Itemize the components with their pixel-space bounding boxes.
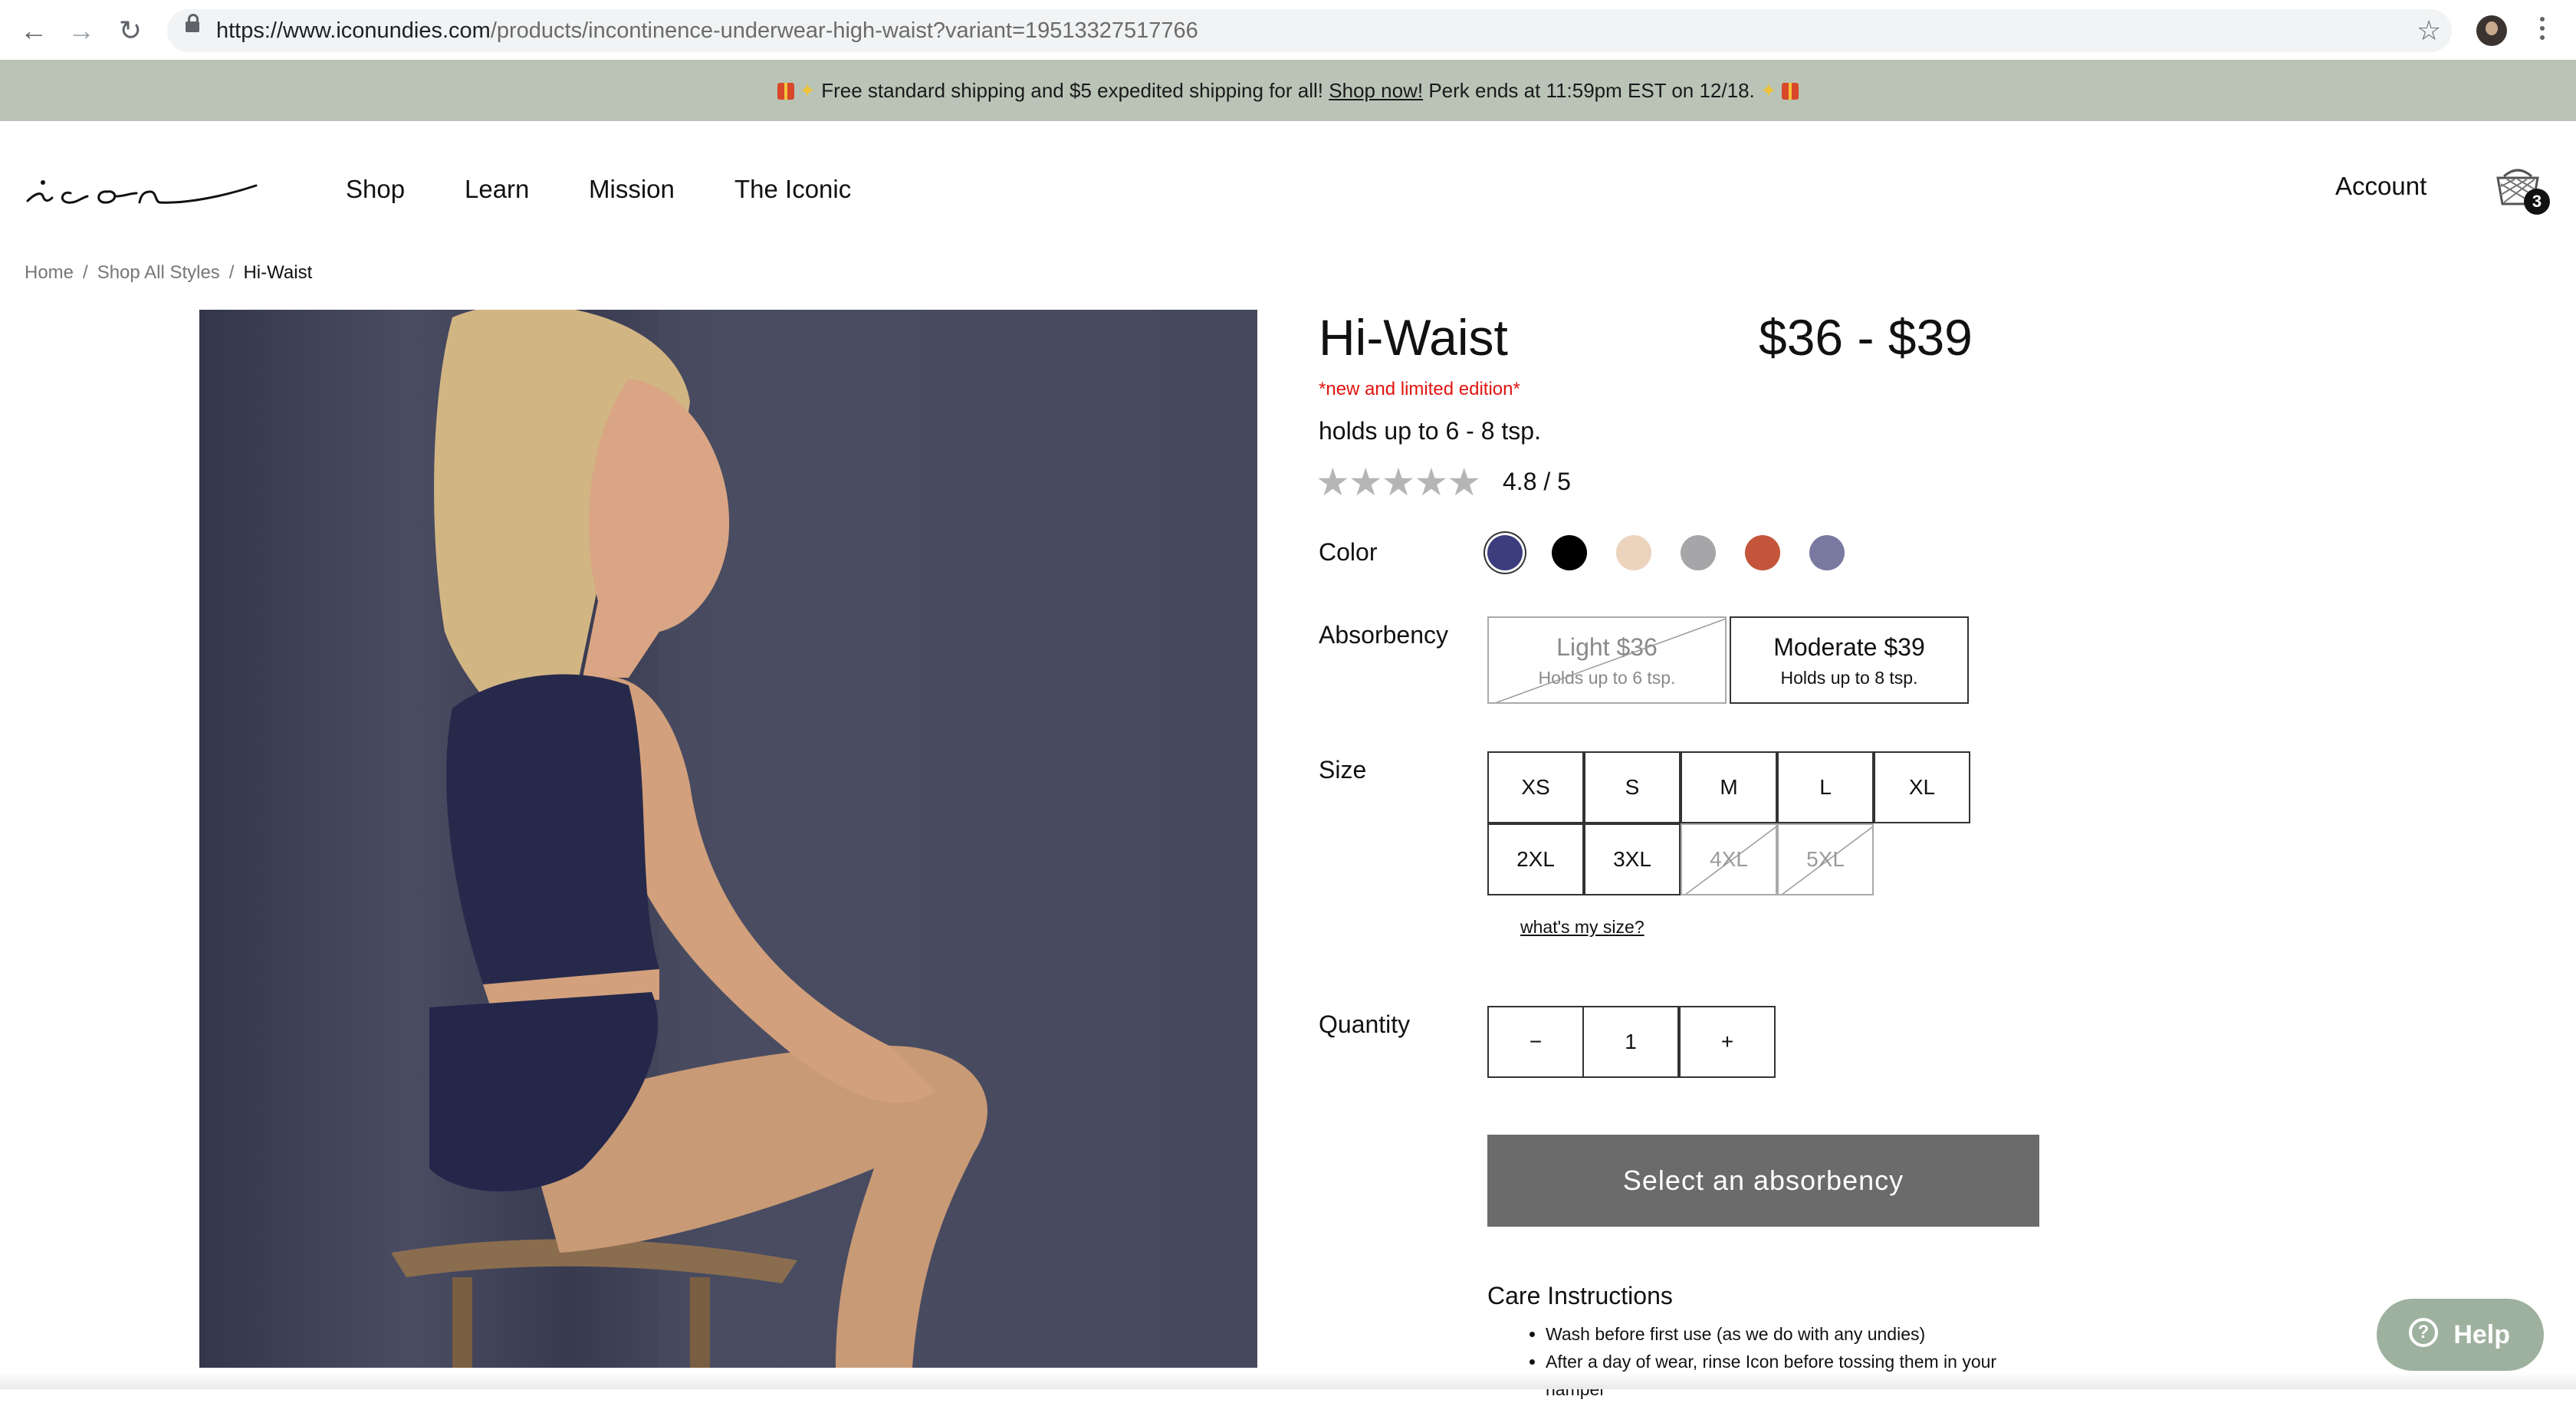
size-option-5xl[interactable]: 5XL — [1777, 823, 1874, 895]
color-label: Color — [1319, 538, 1378, 566]
window-bottom-edge — [0, 1372, 2576, 1389]
color-swatch[interactable] — [1745, 535, 1780, 570]
color-swatch[interactable] — [1487, 535, 1523, 570]
edition-note: *new and limited edition* — [1319, 379, 1520, 399]
address-bar[interactable]: https://www.iconundies.com/products/inco… — [167, 9, 2452, 52]
size-option-3xl[interactable]: 3XL — [1584, 823, 1681, 895]
product-title: Hi-Waist — [1319, 309, 1508, 366]
gift-icon — [777, 83, 795, 100]
shop-now-link[interactable]: Shop now! — [1329, 79, 1423, 102]
browser-menu-icon[interactable] — [2535, 12, 2550, 49]
model-photo-illustration — [199, 310, 1257, 1368]
care-instructions-list: Wash before first use (as we do with any… — [1487, 1320, 2036, 1403]
capacity-text: holds up to 6 - 8 tsp. — [1319, 417, 1541, 445]
nav-learn[interactable]: Learn — [465, 175, 529, 204]
bookmark-star-icon[interactable]: ☆ — [2417, 14, 2441, 48]
rating-stars-icon[interactable]: ★★★★★ — [1316, 460, 1481, 504]
url-domain: https://www.iconundies.com — [216, 18, 491, 43]
quantity-decrement-button[interactable]: − — [1487, 1006, 1584, 1078]
color-swatch[interactable] — [1616, 535, 1651, 570]
banner-text: Free standard shipping and $5 expedited … — [821, 79, 1323, 102]
size-label: Size — [1319, 756, 1367, 784]
breadcrumb: Home / Shop All Styles / Hi-Waist — [25, 262, 313, 283]
url-path: /products/incontinence-underwear-high-wa… — [490, 18, 1198, 43]
unavailable-slash — [1782, 826, 1872, 894]
product-price: $36 - $39 — [1759, 309, 1973, 366]
icon-logo[interactable] — [25, 170, 259, 213]
browser-toolbar: ← → ↻ https://www.iconundies.com/product… — [0, 0, 2576, 61]
help-question-icon: ? — [2409, 1318, 2438, 1347]
size-option-4xl[interactable]: 4XL — [1681, 823, 1777, 895]
size-option-l[interactable]: L — [1777, 751, 1874, 823]
sparkle-icon: ✦ — [1760, 79, 1777, 102]
gift-icon — [1781, 83, 1799, 100]
breadcrumb-current: Hi-Waist — [243, 262, 313, 283]
back-icon[interactable]: ← — [17, 14, 51, 48]
banner-perk-text: Perk ends at 11:59pm EST on 12/18. — [1428, 79, 1755, 102]
color-swatch[interactable] — [1552, 535, 1587, 570]
size-option-s[interactable]: S — [1584, 751, 1681, 823]
help-label: Help — [2453, 1320, 2510, 1349]
size-option-2xl[interactable]: 2XL — [1487, 823, 1584, 895]
nav-the-iconic[interactable]: The Iconic — [734, 175, 851, 204]
breadcrumb-shop-all[interactable]: Shop All Styles — [97, 262, 220, 283]
absorbency-moderate-option[interactable]: Moderate $39 Holds up to 8 tsp. — [1730, 616, 1969, 704]
absorbency-moderate-title: Moderate $39 — [1773, 633, 1925, 661]
care-instructions-title: Care Instructions — [1487, 1282, 1673, 1309]
quantity-increment-button[interactable]: + — [1679, 1006, 1776, 1078]
color-swatch[interactable] — [1681, 535, 1716, 570]
help-button[interactable]: ? Help — [2377, 1299, 2544, 1371]
color-swatch[interactable] — [1809, 535, 1845, 570]
size-option-xs[interactable]: XS — [1487, 751, 1584, 823]
sparkle-icon: ✦ — [799, 79, 816, 102]
size-option-xl[interactable]: XL — [1874, 751, 1970, 823]
care-item: Wash before first use (as we do with any… — [1546, 1320, 2036, 1348]
reload-icon[interactable]: ↻ — [113, 14, 147, 48]
product-photo[interactable] — [199, 310, 1257, 1368]
absorbency-light-option[interactable]: Light $36 Holds up to 6 tsp. — [1487, 616, 1727, 704]
promo-banner: ✦ Free standard shipping and $5 expedite… — [0, 60, 2576, 121]
cart-count-badge: 3 — [2524, 189, 2550, 215]
url-text[interactable]: https://www.iconundies.com/products/inco… — [216, 9, 1198, 52]
nav-shop[interactable]: Shop — [346, 175, 405, 204]
size-guide-link[interactable]: what's my size? — [1520, 917, 1644, 938]
account-link[interactable]: Account — [2335, 172, 2426, 201]
forward-icon[interactable]: → — [64, 14, 98, 48]
rating-value: 4.8 / 5 — [1503, 468, 1571, 495]
nav-mission[interactable]: Mission — [589, 175, 675, 204]
quantity-label: Quantity — [1319, 1010, 1411, 1038]
lock-icon — [186, 14, 199, 32]
quantity-input[interactable]: 1 — [1582, 1006, 1679, 1078]
select-absorbency-button[interactable]: Select an absorbency — [1487, 1135, 2039, 1227]
absorbency-label: Absorbency — [1319, 621, 1448, 649]
unavailable-slash — [1685, 826, 1776, 894]
profile-avatar[interactable] — [2476, 15, 2507, 46]
size-option-m[interactable]: M — [1681, 751, 1777, 823]
absorbency-moderate-sub: Holds up to 8 tsp. — [1780, 668, 1918, 688]
unavailable-slash — [1495, 618, 1725, 702]
breadcrumb-home[interactable]: Home — [25, 262, 74, 283]
